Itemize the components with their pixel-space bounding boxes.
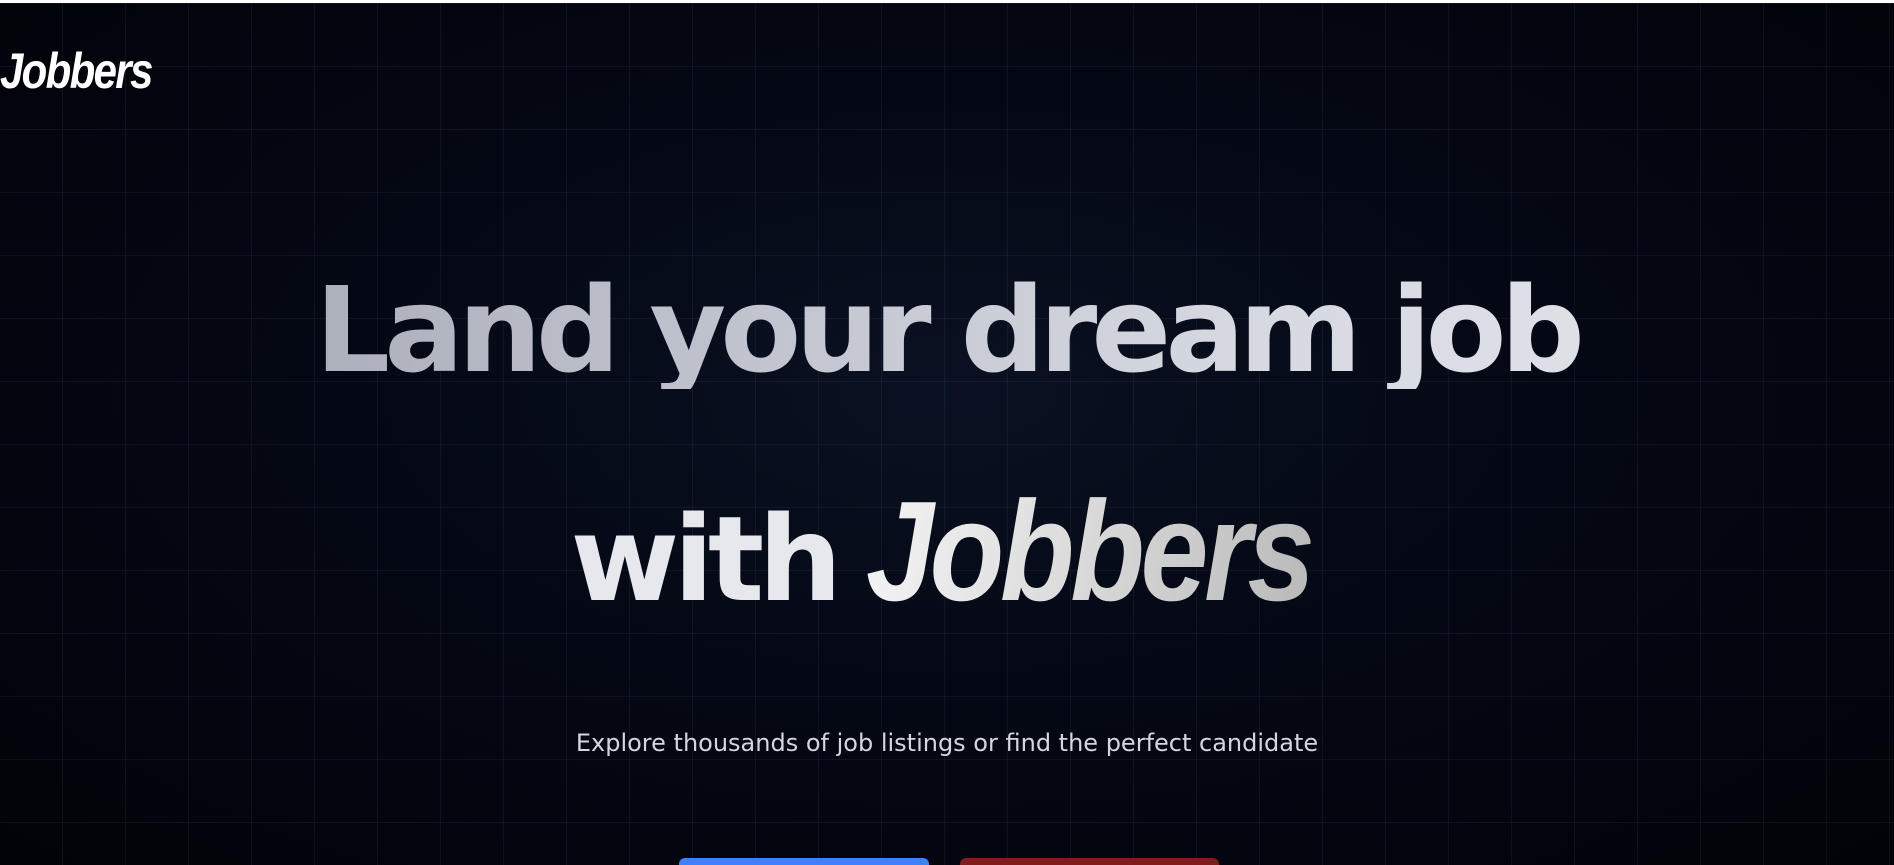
landing-page: Jobbers Land your dream job with Jobbers … xyxy=(0,3,1894,865)
hero-headline-brand: Jobbers xyxy=(866,472,1315,631)
secondary-cta-button[interactable] xyxy=(960,858,1219,865)
hero-subtitle: Explore thousands of job listings or fin… xyxy=(575,729,1319,757)
jobbers-logo[interactable]: Jobbers xyxy=(0,46,153,96)
hero-headline-line2: with Jobbers xyxy=(0,481,1894,623)
primary-cta-button[interactable] xyxy=(679,858,929,865)
hero-headline-with: with xyxy=(570,490,842,628)
hero-headline-line1: Land your dream job xyxy=(0,271,1894,389)
